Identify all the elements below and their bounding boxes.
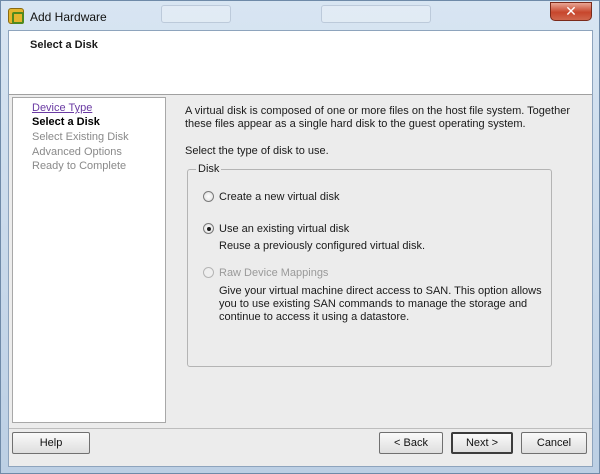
page-title: Select a Disk bbox=[30, 39, 98, 51]
wizard-header: Select a Disk bbox=[9, 31, 592, 95]
disk-group: Disk Create a new virtual disk Use an ex… bbox=[187, 163, 552, 367]
add-hardware-dialog: Add Hardware ✕ Select a Disk Device Type… bbox=[0, 0, 600, 474]
background-window-ghost bbox=[161, 5, 231, 23]
option-label: Raw Device Mappings bbox=[219, 267, 329, 279]
step-select-a-disk: Select a Disk bbox=[32, 116, 100, 128]
intro-text: A virtual disk is composed of one or mor… bbox=[185, 105, 570, 130]
wizard-steps-panel: Device Type Select a Disk Select Existin… bbox=[12, 97, 166, 423]
title-bar[interactable]: Add Hardware ✕ bbox=[1, 1, 599, 31]
next-button[interactable]: Next > bbox=[451, 432, 513, 454]
radio-create-new-disk[interactable] bbox=[203, 191, 214, 202]
step-ready-to-complete: Ready to Complete bbox=[32, 160, 127, 172]
step-device-type[interactable]: Device Type bbox=[32, 102, 92, 114]
radio-use-existing-disk[interactable] bbox=[203, 223, 214, 234]
step-select-existing-disk: Select Existing Disk bbox=[32, 131, 129, 143]
prompt-text: Select the type of disk to use. bbox=[185, 145, 329, 157]
window-title: Add Hardware bbox=[30, 10, 107, 24]
step-advanced-options: Advanced Options bbox=[32, 146, 122, 158]
option-label: Create a new virtual disk bbox=[219, 191, 340, 203]
close-button[interactable]: ✕ bbox=[550, 2, 592, 21]
background-window-ghost bbox=[321, 5, 431, 23]
help-button[interactable]: Help bbox=[12, 432, 90, 454]
back-button[interactable]: < Back bbox=[379, 432, 443, 454]
wizard-body: Select a Disk Device Type Select a Disk … bbox=[8, 30, 593, 467]
radio-raw-device-mappings bbox=[203, 267, 214, 278]
footer-divider bbox=[9, 428, 592, 429]
option-description: Give your virtual machine direct access … bbox=[219, 285, 542, 323]
cancel-button[interactable]: Cancel bbox=[521, 432, 587, 454]
option-label: Use an existing virtual disk bbox=[219, 223, 350, 235]
option-description: Reuse a previously configured virtual di… bbox=[219, 240, 426, 252]
app-icon bbox=[8, 8, 24, 24]
disk-group-legend: Disk bbox=[196, 163, 222, 175]
